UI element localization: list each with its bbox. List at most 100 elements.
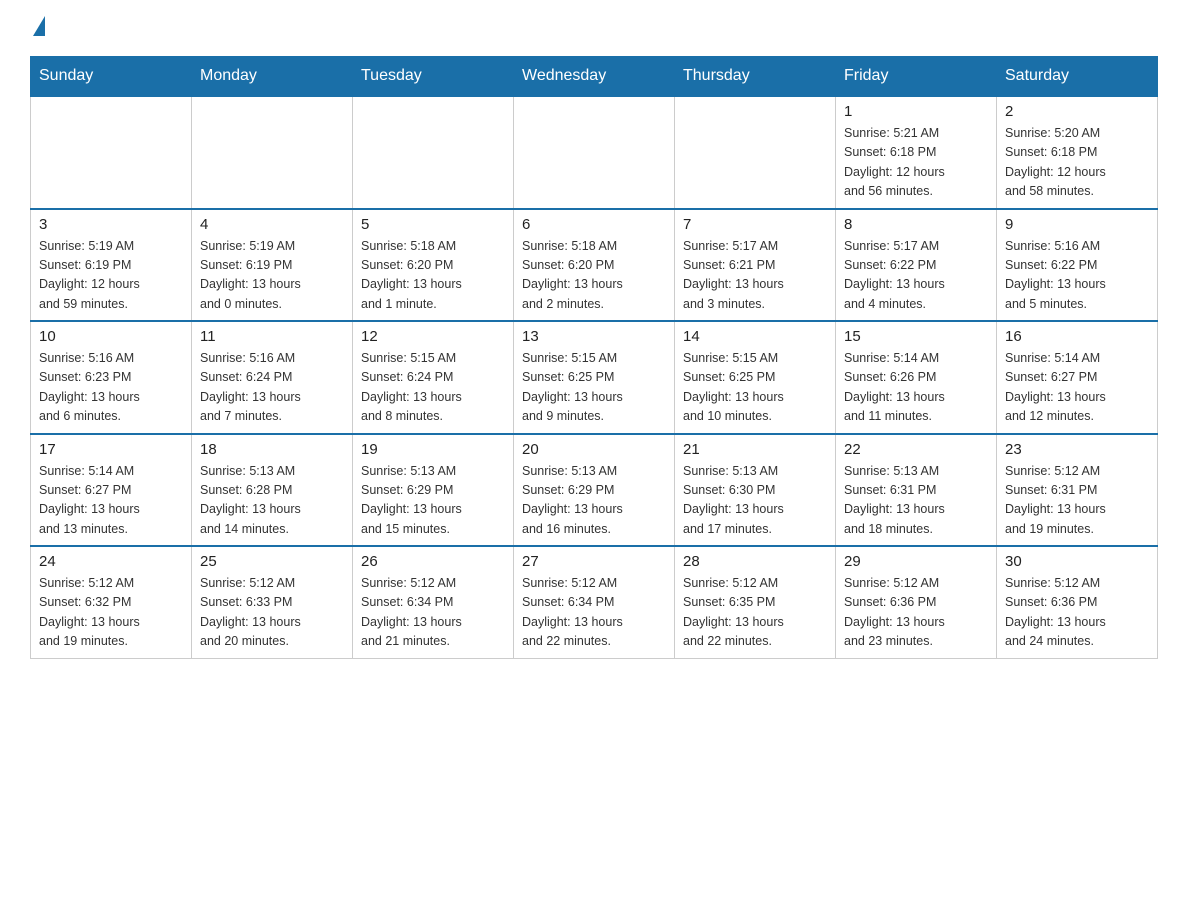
day-info: Sunrise: 5:12 AM Sunset: 6:35 PM Dayligh… bbox=[683, 574, 827, 652]
day-info: Sunrise: 5:12 AM Sunset: 6:33 PM Dayligh… bbox=[200, 574, 344, 652]
day-info: Sunrise: 5:21 AM Sunset: 6:18 PM Dayligh… bbox=[844, 124, 988, 202]
day-number: 5 bbox=[361, 216, 505, 233]
day-number: 6 bbox=[522, 216, 666, 233]
day-info: Sunrise: 5:12 AM Sunset: 6:34 PM Dayligh… bbox=[522, 574, 666, 652]
day-number: 10 bbox=[39, 328, 183, 345]
table-row bbox=[353, 96, 514, 209]
table-row: 14 Sunrise: 5:15 AM Sunset: 6:25 PM Dayli… bbox=[675, 321, 836, 434]
table-row: 24 Sunrise: 5:12 AM Sunset: 6:32 PM Dayli… bbox=[31, 546, 192, 658]
table-row: 12Sunrise: 5:15 AM Sunset: 6:24 PM Dayli… bbox=[353, 321, 514, 434]
day-number: 3 bbox=[39, 216, 183, 233]
table-row: 3 Sunrise: 5:19 AM Sunset: 6:19 PM Daylig… bbox=[31, 209, 192, 322]
table-row: 8 Sunrise: 5:17 AM Sunset: 6:22 PM Daylig… bbox=[836, 209, 997, 322]
day-info: Sunrise: 5:15 AM Sunset: 6:25 PM Dayligh… bbox=[683, 349, 827, 427]
logo-triangle-icon bbox=[33, 16, 45, 36]
day-number: 20 bbox=[522, 441, 666, 458]
calendar-week-row: 1Sunrise: 5:21 AM Sunset: 6:18 PM Daylig… bbox=[31, 96, 1158, 209]
day-number: 9 bbox=[1005, 216, 1149, 233]
day-info: Sunrise: 5:20 AM Sunset: 6:18 PM Dayligh… bbox=[1005, 124, 1149, 202]
page-header bbox=[30, 20, 1158, 36]
col-monday: Monday bbox=[192, 57, 353, 97]
day-number: 29 bbox=[844, 553, 988, 570]
day-info: Sunrise: 5:12 AM Sunset: 6:34 PM Dayligh… bbox=[361, 574, 505, 652]
day-info: Sunrise: 5:16 AM Sunset: 6:23 PM Dayligh… bbox=[39, 349, 183, 427]
col-thursday: Thursday bbox=[675, 57, 836, 97]
day-info: Sunrise: 5:16 AM Sunset: 6:22 PM Dayligh… bbox=[1005, 237, 1149, 315]
table-row: 13 Sunrise: 5:15 AM Sunset: 6:25 PM Dayli… bbox=[514, 321, 675, 434]
table-row: 10 Sunrise: 5:16 AM Sunset: 6:23 PM Dayli… bbox=[31, 321, 192, 434]
table-row: 6 Sunrise: 5:18 AM Sunset: 6:20 PM Daylig… bbox=[514, 209, 675, 322]
day-number: 24 bbox=[39, 553, 183, 570]
table-row: 7Sunrise: 5:17 AM Sunset: 6:21 PM Daylig… bbox=[675, 209, 836, 322]
table-row: 18 Sunrise: 5:13 AM Sunset: 6:28 PM Dayli… bbox=[192, 434, 353, 547]
day-number: 25 bbox=[200, 553, 344, 570]
day-info: Sunrise: 5:18 AM Sunset: 6:20 PM Dayligh… bbox=[522, 237, 666, 315]
calendar-header-row: Sunday Monday Tuesday Wednesday Thursday… bbox=[31, 57, 1158, 97]
day-info: Sunrise: 5:19 AM Sunset: 6:19 PM Dayligh… bbox=[39, 237, 183, 315]
col-sunday: Sunday bbox=[31, 57, 192, 97]
table-row: 19 Sunrise: 5:13 AM Sunset: 6:29 PM Dayli… bbox=[353, 434, 514, 547]
table-row: 22 Sunrise: 5:13 AM Sunset: 6:31 PM Dayli… bbox=[836, 434, 997, 547]
calendar-week-row: 24 Sunrise: 5:12 AM Sunset: 6:32 PM Dayli… bbox=[31, 546, 1158, 658]
table-row bbox=[31, 96, 192, 209]
day-number: 2 bbox=[1005, 103, 1149, 120]
col-friday: Friday bbox=[836, 57, 997, 97]
col-tuesday: Tuesday bbox=[353, 57, 514, 97]
day-number: 19 bbox=[361, 441, 505, 458]
day-number: 21 bbox=[683, 441, 827, 458]
table-row: 20Sunrise: 5:13 AM Sunset: 6:29 PM Dayli… bbox=[514, 434, 675, 547]
day-info: Sunrise: 5:13 AM Sunset: 6:30 PM Dayligh… bbox=[683, 462, 827, 540]
day-number: 30 bbox=[1005, 553, 1149, 570]
table-row: 5 Sunrise: 5:18 AM Sunset: 6:20 PM Daylig… bbox=[353, 209, 514, 322]
day-info: Sunrise: 5:12 AM Sunset: 6:31 PM Dayligh… bbox=[1005, 462, 1149, 540]
col-wednesday: Wednesday bbox=[514, 57, 675, 97]
day-number: 26 bbox=[361, 553, 505, 570]
day-number: 13 bbox=[522, 328, 666, 345]
table-row: 21 Sunrise: 5:13 AM Sunset: 6:30 PM Dayli… bbox=[675, 434, 836, 547]
day-info: Sunrise: 5:14 AM Sunset: 6:27 PM Dayligh… bbox=[1005, 349, 1149, 427]
table-row: 16 Sunrise: 5:14 AM Sunset: 6:27 PM Dayli… bbox=[997, 321, 1158, 434]
table-row: 4 Sunrise: 5:19 AM Sunset: 6:19 PM Daylig… bbox=[192, 209, 353, 322]
table-row: 25 Sunrise: 5:12 AM Sunset: 6:33 PM Dayli… bbox=[192, 546, 353, 658]
day-number: 4 bbox=[200, 216, 344, 233]
table-row bbox=[192, 96, 353, 209]
day-number: 23 bbox=[1005, 441, 1149, 458]
day-number: 22 bbox=[844, 441, 988, 458]
day-number: 16 bbox=[1005, 328, 1149, 345]
table-row: 15Sunrise: 5:14 AM Sunset: 6:26 PM Dayli… bbox=[836, 321, 997, 434]
table-row: 26 Sunrise: 5:12 AM Sunset: 6:34 PM Dayli… bbox=[353, 546, 514, 658]
day-info: Sunrise: 5:15 AM Sunset: 6:24 PM Dayligh… bbox=[361, 349, 505, 427]
calendar-week-row: 17Sunrise: 5:14 AM Sunset: 6:27 PM Dayli… bbox=[31, 434, 1158, 547]
day-info: Sunrise: 5:17 AM Sunset: 6:21 PM Dayligh… bbox=[683, 237, 827, 315]
table-row: 30 Sunrise: 5:12 AM Sunset: 6:36 PM Dayli… bbox=[997, 546, 1158, 658]
table-row: 1Sunrise: 5:21 AM Sunset: 6:18 PM Daylig… bbox=[836, 96, 997, 209]
day-info: Sunrise: 5:14 AM Sunset: 6:27 PM Dayligh… bbox=[39, 462, 183, 540]
table-row bbox=[514, 96, 675, 209]
table-row: 11 Sunrise: 5:16 AM Sunset: 6:24 PM Dayli… bbox=[192, 321, 353, 434]
day-info: Sunrise: 5:14 AM Sunset: 6:26 PM Dayligh… bbox=[844, 349, 988, 427]
table-row bbox=[675, 96, 836, 209]
day-info: Sunrise: 5:17 AM Sunset: 6:22 PM Dayligh… bbox=[844, 237, 988, 315]
day-info: Sunrise: 5:13 AM Sunset: 6:28 PM Dayligh… bbox=[200, 462, 344, 540]
day-number: 27 bbox=[522, 553, 666, 570]
day-number: 28 bbox=[683, 553, 827, 570]
day-info: Sunrise: 5:18 AM Sunset: 6:20 PM Dayligh… bbox=[361, 237, 505, 315]
calendar-week-row: 3 Sunrise: 5:19 AM Sunset: 6:19 PM Daylig… bbox=[31, 209, 1158, 322]
logo bbox=[30, 20, 45, 36]
table-row: 28 Sunrise: 5:12 AM Sunset: 6:35 PM Dayli… bbox=[675, 546, 836, 658]
table-row: 27 Sunrise: 5:12 AM Sunset: 6:34 PM Dayli… bbox=[514, 546, 675, 658]
day-info: Sunrise: 5:12 AM Sunset: 6:32 PM Dayligh… bbox=[39, 574, 183, 652]
table-row: 23 Sunrise: 5:12 AM Sunset: 6:31 PM Dayli… bbox=[997, 434, 1158, 547]
day-info: Sunrise: 5:12 AM Sunset: 6:36 PM Dayligh… bbox=[1005, 574, 1149, 652]
table-row: 9 Sunrise: 5:16 AM Sunset: 6:22 PM Daylig… bbox=[997, 209, 1158, 322]
day-number: 18 bbox=[200, 441, 344, 458]
day-info: Sunrise: 5:19 AM Sunset: 6:19 PM Dayligh… bbox=[200, 237, 344, 315]
day-number: 8 bbox=[844, 216, 988, 233]
table-row: 17Sunrise: 5:14 AM Sunset: 6:27 PM Dayli… bbox=[31, 434, 192, 547]
day-info: Sunrise: 5:16 AM Sunset: 6:24 PM Dayligh… bbox=[200, 349, 344, 427]
day-info: Sunrise: 5:13 AM Sunset: 6:29 PM Dayligh… bbox=[361, 462, 505, 540]
day-info: Sunrise: 5:15 AM Sunset: 6:25 PM Dayligh… bbox=[522, 349, 666, 427]
day-number: 11 bbox=[200, 328, 344, 345]
day-info: Sunrise: 5:13 AM Sunset: 6:31 PM Dayligh… bbox=[844, 462, 988, 540]
day-number: 14 bbox=[683, 328, 827, 345]
